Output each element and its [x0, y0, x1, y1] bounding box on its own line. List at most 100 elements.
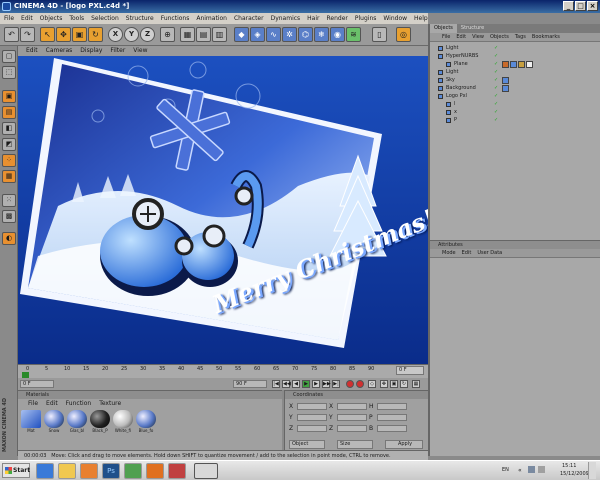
light-object-icon[interactable]: ◉: [330, 27, 345, 42]
objects-menu-tags[interactable]: Tags: [515, 33, 526, 41]
cinema4d-logo-icon[interactable]: ◎: [396, 27, 411, 42]
material-swatch[interactable]: Black_P: [90, 410, 110, 433]
close-button[interactable]: ×: [587, 1, 598, 11]
ie-icon[interactable]: [36, 463, 54, 479]
next-key-icon[interactable]: ▶▶: [322, 380, 331, 388]
firefox-icon[interactable]: [146, 463, 164, 479]
objects-menu-edit[interactable]: Edit: [456, 33, 466, 41]
position-key-icon[interactable]: ✥: [380, 380, 388, 388]
layout-icon[interactable]: ▯: [372, 27, 387, 42]
coordinate-input[interactable]: [377, 425, 407, 432]
object-tag-icon[interactable]: [526, 61, 533, 68]
array-icon[interactable]: ✲: [282, 27, 297, 42]
visibility-check-icon[interactable]: ✓: [494, 118, 499, 123]
axis-y-button[interactable]: Y: [124, 27, 139, 42]
coordinate-system-icon[interactable]: ⊕: [160, 27, 175, 42]
start-button[interactable]: Start: [2, 463, 30, 478]
object-tag-icon[interactable]: [502, 61, 509, 68]
menu-dynamics[interactable]: Dynamics: [271, 13, 301, 24]
show-desktop-button[interactable]: [588, 462, 596, 479]
coordinate-input[interactable]: [337, 425, 367, 432]
visibility-check-icon[interactable]: ✓: [494, 70, 499, 75]
coordinate-input[interactable]: [297, 425, 327, 432]
cube-primitive-icon[interactable]: ◆: [234, 27, 249, 42]
render-view-icon[interactable]: ▦: [180, 27, 195, 42]
render-picture-viewer-icon[interactable]: ▤: [196, 27, 211, 42]
volume-icon[interactable]: [538, 466, 545, 473]
use-texture-axis-icon[interactable]: ◧: [2, 122, 16, 135]
attributes-menu-edit[interactable]: Edit: [462, 249, 472, 257]
tray-arrow-icon[interactable]: «: [518, 467, 522, 474]
undo-icon[interactable]: ↶: [4, 27, 19, 42]
menu-window[interactable]: Window: [383, 13, 407, 24]
attributes-menu-user-data[interactable]: User Data: [477, 249, 502, 257]
scale-key-icon[interactable]: ▣: [390, 380, 398, 388]
visibility-check-icon[interactable]: ✓: [494, 86, 499, 91]
redo-icon[interactable]: ↷: [20, 27, 35, 42]
viewport-menu-cameras[interactable]: Cameras: [46, 46, 73, 56]
visibility-check-icon[interactable]: ✓: [494, 110, 499, 115]
object-row[interactable]: P ✓: [430, 116, 600, 125]
tab-objects[interactable]: Objects: [430, 24, 457, 33]
messenger-icon[interactable]: [124, 463, 142, 479]
material-swatch[interactable]: Blue_fo: [136, 410, 156, 433]
viewport-menu-display[interactable]: Display: [80, 46, 102, 56]
menu-file[interactable]: File: [4, 13, 14, 24]
menu-plugins[interactable]: Plugins: [355, 13, 377, 24]
scene-object-icon[interactable]: ❄: [314, 27, 329, 42]
coordinate-input[interactable]: [377, 403, 407, 410]
menu-tools[interactable]: Tools: [69, 13, 84, 24]
visibility-check-icon[interactable]: ✓: [494, 54, 499, 59]
object-tag-icon[interactable]: [502, 85, 509, 92]
next-frame-icon[interactable]: ▶: [312, 380, 320, 388]
live-select-icon[interactable]: ↖: [40, 27, 55, 42]
photoshop-icon[interactable]: Ps: [102, 463, 120, 479]
coordinate-input[interactable]: [337, 414, 367, 421]
end-frame-field[interactable]: 90 F: [233, 380, 267, 388]
use-animation-icon[interactable]: ◩: [2, 138, 16, 151]
autokey-icon[interactable]: [356, 380, 364, 388]
move-tool-icon[interactable]: ✥: [56, 27, 71, 42]
visibility-check-icon[interactable]: ✓: [494, 102, 499, 107]
objects-menu-bookmarks[interactable]: Bookmarks: [532, 33, 560, 41]
go-to-end-icon[interactable]: ▶|: [332, 380, 340, 388]
axis-x-button[interactable]: X: [108, 27, 123, 42]
coordinate-input[interactable]: [337, 403, 367, 410]
viewport-menu-edit[interactable]: Edit: [26, 46, 38, 56]
materials-menu-file[interactable]: File: [28, 399, 38, 408]
object-tag-icon[interactable]: [510, 61, 517, 68]
prev-key-icon[interactable]: ◀◀: [282, 380, 291, 388]
apply-button[interactable]: Apply: [385, 440, 423, 449]
hair-icon[interactable]: ≋: [346, 27, 361, 42]
visibility-check-icon[interactable]: ✓: [494, 94, 499, 99]
nurbs-icon[interactable]: ◈: [250, 27, 265, 42]
current-frame-field[interactable]: 0 F: [396, 366, 424, 375]
play-icon[interactable]: ▶: [302, 380, 310, 388]
prev-frame-icon[interactable]: ◀: [292, 380, 300, 388]
objects-menu-view[interactable]: View: [472, 33, 484, 41]
objects-menu-file[interactable]: File: [442, 33, 450, 41]
visibility-check-icon[interactable]: ✓: [494, 62, 499, 67]
use-object-axis-icon[interactable]: ⬚: [2, 66, 16, 79]
coordinate-size-select[interactable]: Size: [337, 440, 373, 449]
deformer-icon[interactable]: ⌬: [298, 27, 313, 42]
axis-z-button[interactable]: Z: [140, 27, 155, 42]
record-icon[interactable]: [346, 380, 354, 388]
materials-menu-function[interactable]: Function: [66, 399, 92, 408]
spline-icon[interactable]: ∿: [266, 27, 281, 42]
rotate-tool-icon[interactable]: ↻: [88, 27, 103, 42]
param-key-icon[interactable]: ▦: [412, 380, 420, 388]
start-frame-field[interactable]: 0 F: [20, 380, 54, 388]
render-settings-icon[interactable]: ▥: [212, 27, 227, 42]
go-to-start-icon[interactable]: |◀: [272, 380, 280, 388]
attributes-menu-mode[interactable]: Mode: [442, 249, 456, 257]
materials-menu-edit[interactable]: Edit: [46, 399, 58, 408]
use-texture-tool-icon[interactable]: ▤: [2, 106, 16, 119]
menu-help[interactable]: Help: [414, 13, 428, 24]
menu-edit[interactable]: Edit: [21, 13, 33, 24]
magnet-icon[interactable]: ◐: [2, 232, 16, 245]
material-swatch[interactable]: White_fi: [113, 410, 133, 433]
visibility-check-icon[interactable]: ✓: [494, 78, 499, 83]
minimize-button[interactable]: _: [563, 1, 574, 11]
use-polygon-tool-icon[interactable]: ⁙: [2, 194, 16, 207]
